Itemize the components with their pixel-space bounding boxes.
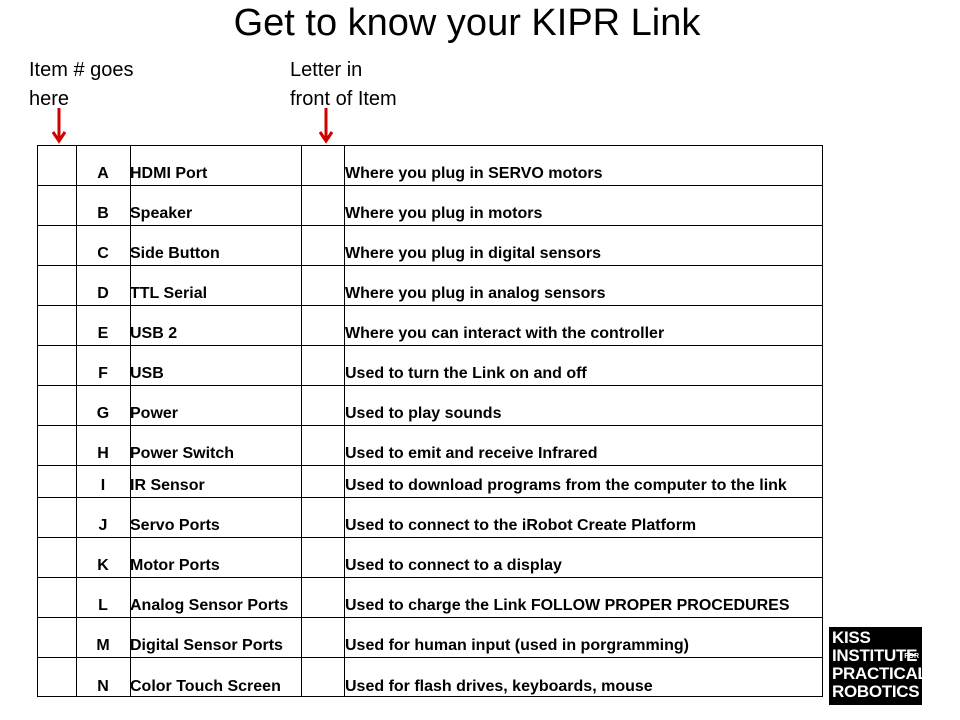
item-number-blank[interactable] — [38, 466, 76, 497]
item-name: IR Sensor — [130, 477, 205, 494]
table-row: B Speaker Where you plug in motors — [38, 186, 822, 226]
letter-instruction: Letter in front of Item — [290, 56, 450, 114]
item-letter: A — [97, 165, 109, 182]
letter-blank[interactable] — [301, 226, 344, 265]
item-use: Used to play sounds — [345, 405, 502, 422]
item-letter: I — [100, 477, 106, 494]
item-number-blank[interactable] — [38, 306, 76, 345]
letter-blank[interactable] — [301, 426, 344, 465]
item-number-instruction: Item # goes here — [29, 56, 189, 114]
letter-blank[interactable] — [301, 186, 344, 225]
item-name: Digital Sensor Ports — [130, 637, 283, 654]
item-use: Where you can interact with the controll… — [345, 325, 665, 342]
item-number-blank[interactable] — [38, 578, 76, 617]
item-number-blank[interactable] — [38, 346, 76, 385]
item-number-blank[interactable] — [38, 426, 76, 465]
item-name: Analog Sensor Ports — [130, 597, 289, 614]
logo-text: ROBOTICS — [832, 682, 920, 701]
down-arrow-icon — [52, 108, 66, 144]
item-name: HDMI Port — [130, 165, 208, 182]
item-use: Where you plug in digital sensors — [345, 245, 602, 262]
table-row: F USB Used to turn the Link on and off — [38, 346, 822, 386]
table-row: M Digital Sensor Ports Used for human inpu… — [38, 618, 822, 658]
item-name: Motor Ports — [130, 557, 220, 574]
item-number-blank[interactable] — [38, 266, 76, 305]
item-letter: G — [96, 405, 110, 422]
item-use: Used to turn the Link on and off — [345, 365, 587, 382]
item-use: Used to connect to the iRobot Create Pla… — [345, 517, 697, 534]
item-letter: C — [97, 245, 109, 262]
item-name: Side Button — [130, 245, 220, 262]
item-use: Where you plug in motors — [345, 205, 543, 222]
item-name: TTL Serial — [130, 285, 208, 302]
item-name: Speaker — [130, 205, 193, 222]
item-number-blank[interactable] — [38, 498, 76, 537]
item-letter: D — [97, 285, 109, 302]
table-row: L Analog Sensor Ports Used to charge the L… — [38, 578, 822, 618]
item-number-blank[interactable] — [38, 658, 76, 698]
item-letter: N — [97, 678, 109, 695]
table-row: I IR Sensor Used to download programs from… — [38, 466, 822, 498]
table-row: K Motor Ports Used to connect to a display — [38, 538, 822, 578]
item-name: USB — [130, 365, 164, 382]
item-use: Used for flash drives, keyboards, mouse — [345, 678, 653, 695]
down-arrow-icon — [319, 108, 333, 144]
logo-text: FOR — [904, 653, 919, 660]
table-row: N Color Touch Screen Used for flash drives… — [38, 658, 822, 698]
table-row: E USB 2 Where you can interact with the co… — [38, 306, 822, 346]
letter-blank[interactable] — [301, 618, 344, 657]
item-name: USB 2 — [130, 325, 178, 342]
instruction-line: Letter in — [290, 59, 363, 81]
logo-text: PRACTICAL — [832, 664, 928, 683]
item-use: Used to emit and receive Infrared — [345, 445, 598, 462]
item-letter: F — [98, 365, 108, 382]
item-number-blank[interactable] — [38, 386, 76, 425]
item-name: Power — [130, 405, 179, 422]
item-use: Used to connect to a display — [345, 557, 562, 574]
item-letter: J — [98, 517, 108, 534]
letter-blank[interactable] — [301, 346, 344, 385]
table-row: A HDMI Port Where you plug in SERVO motors — [38, 146, 822, 186]
letter-blank[interactable] — [301, 658, 344, 698]
item-letter: H — [97, 445, 109, 462]
item-letter: M — [96, 637, 110, 654]
instruction-line: Item # goes — [29, 59, 134, 81]
instruction-line: front of Item — [290, 88, 397, 110]
item-letter: K — [97, 557, 109, 574]
letter-blank[interactable] — [301, 578, 344, 617]
letter-blank[interactable] — [301, 498, 344, 537]
item-number-blank[interactable] — [38, 618, 76, 657]
kipr-logo: KISS INSTITUTE FOR PRACTICAL ROBOTICS — [829, 627, 928, 705]
letter-blank[interactable] — [301, 306, 344, 345]
table-row: G Power Used to play sounds — [38, 386, 822, 426]
letter-blank[interactable] — [301, 386, 344, 425]
item-name: Color Touch Screen — [130, 678, 281, 695]
item-number-blank[interactable] — [38, 146, 76, 185]
item-number-blank[interactable] — [38, 226, 76, 265]
item-name: Power Switch — [130, 445, 235, 462]
item-letter: B — [97, 205, 109, 222]
item-use: Used for human input (used in porgrammin… — [345, 637, 689, 654]
page-title: Get to know your KIPR Link — [233, 2, 701, 44]
table-row: C Side Button Where you plug in digital se… — [38, 226, 822, 266]
table-row: J Servo Ports Used to connect to the iRobo… — [38, 498, 822, 538]
item-name: Servo Ports — [130, 517, 220, 534]
item-letter: L — [98, 597, 108, 614]
item-use: Used to charge the Link FOLLOW PROPER PR… — [345, 597, 790, 614]
item-number-blank[interactable] — [38, 538, 76, 577]
letter-blank[interactable] — [301, 538, 344, 577]
item-use: Where you plug in SERVO motors — [345, 165, 603, 182]
item-letter: E — [97, 325, 109, 342]
matching-table: A HDMI Port Where you plug in SERVO motors… — [37, 145, 823, 697]
item-number-blank[interactable] — [38, 186, 76, 225]
table-row: H Power Switch Used to emit and receive In… — [38, 426, 822, 466]
letter-blank[interactable] — [301, 466, 344, 497]
item-use: Where you plug in analog sensors — [345, 285, 606, 302]
letter-blank[interactable] — [301, 146, 344, 185]
logo-text: KISS — [832, 628, 871, 647]
letter-blank[interactable] — [301, 266, 344, 305]
item-use: Used to download programs from the compu… — [345, 477, 787, 494]
table-row: D TTL Serial Where you plug in analog sens… — [38, 266, 822, 306]
